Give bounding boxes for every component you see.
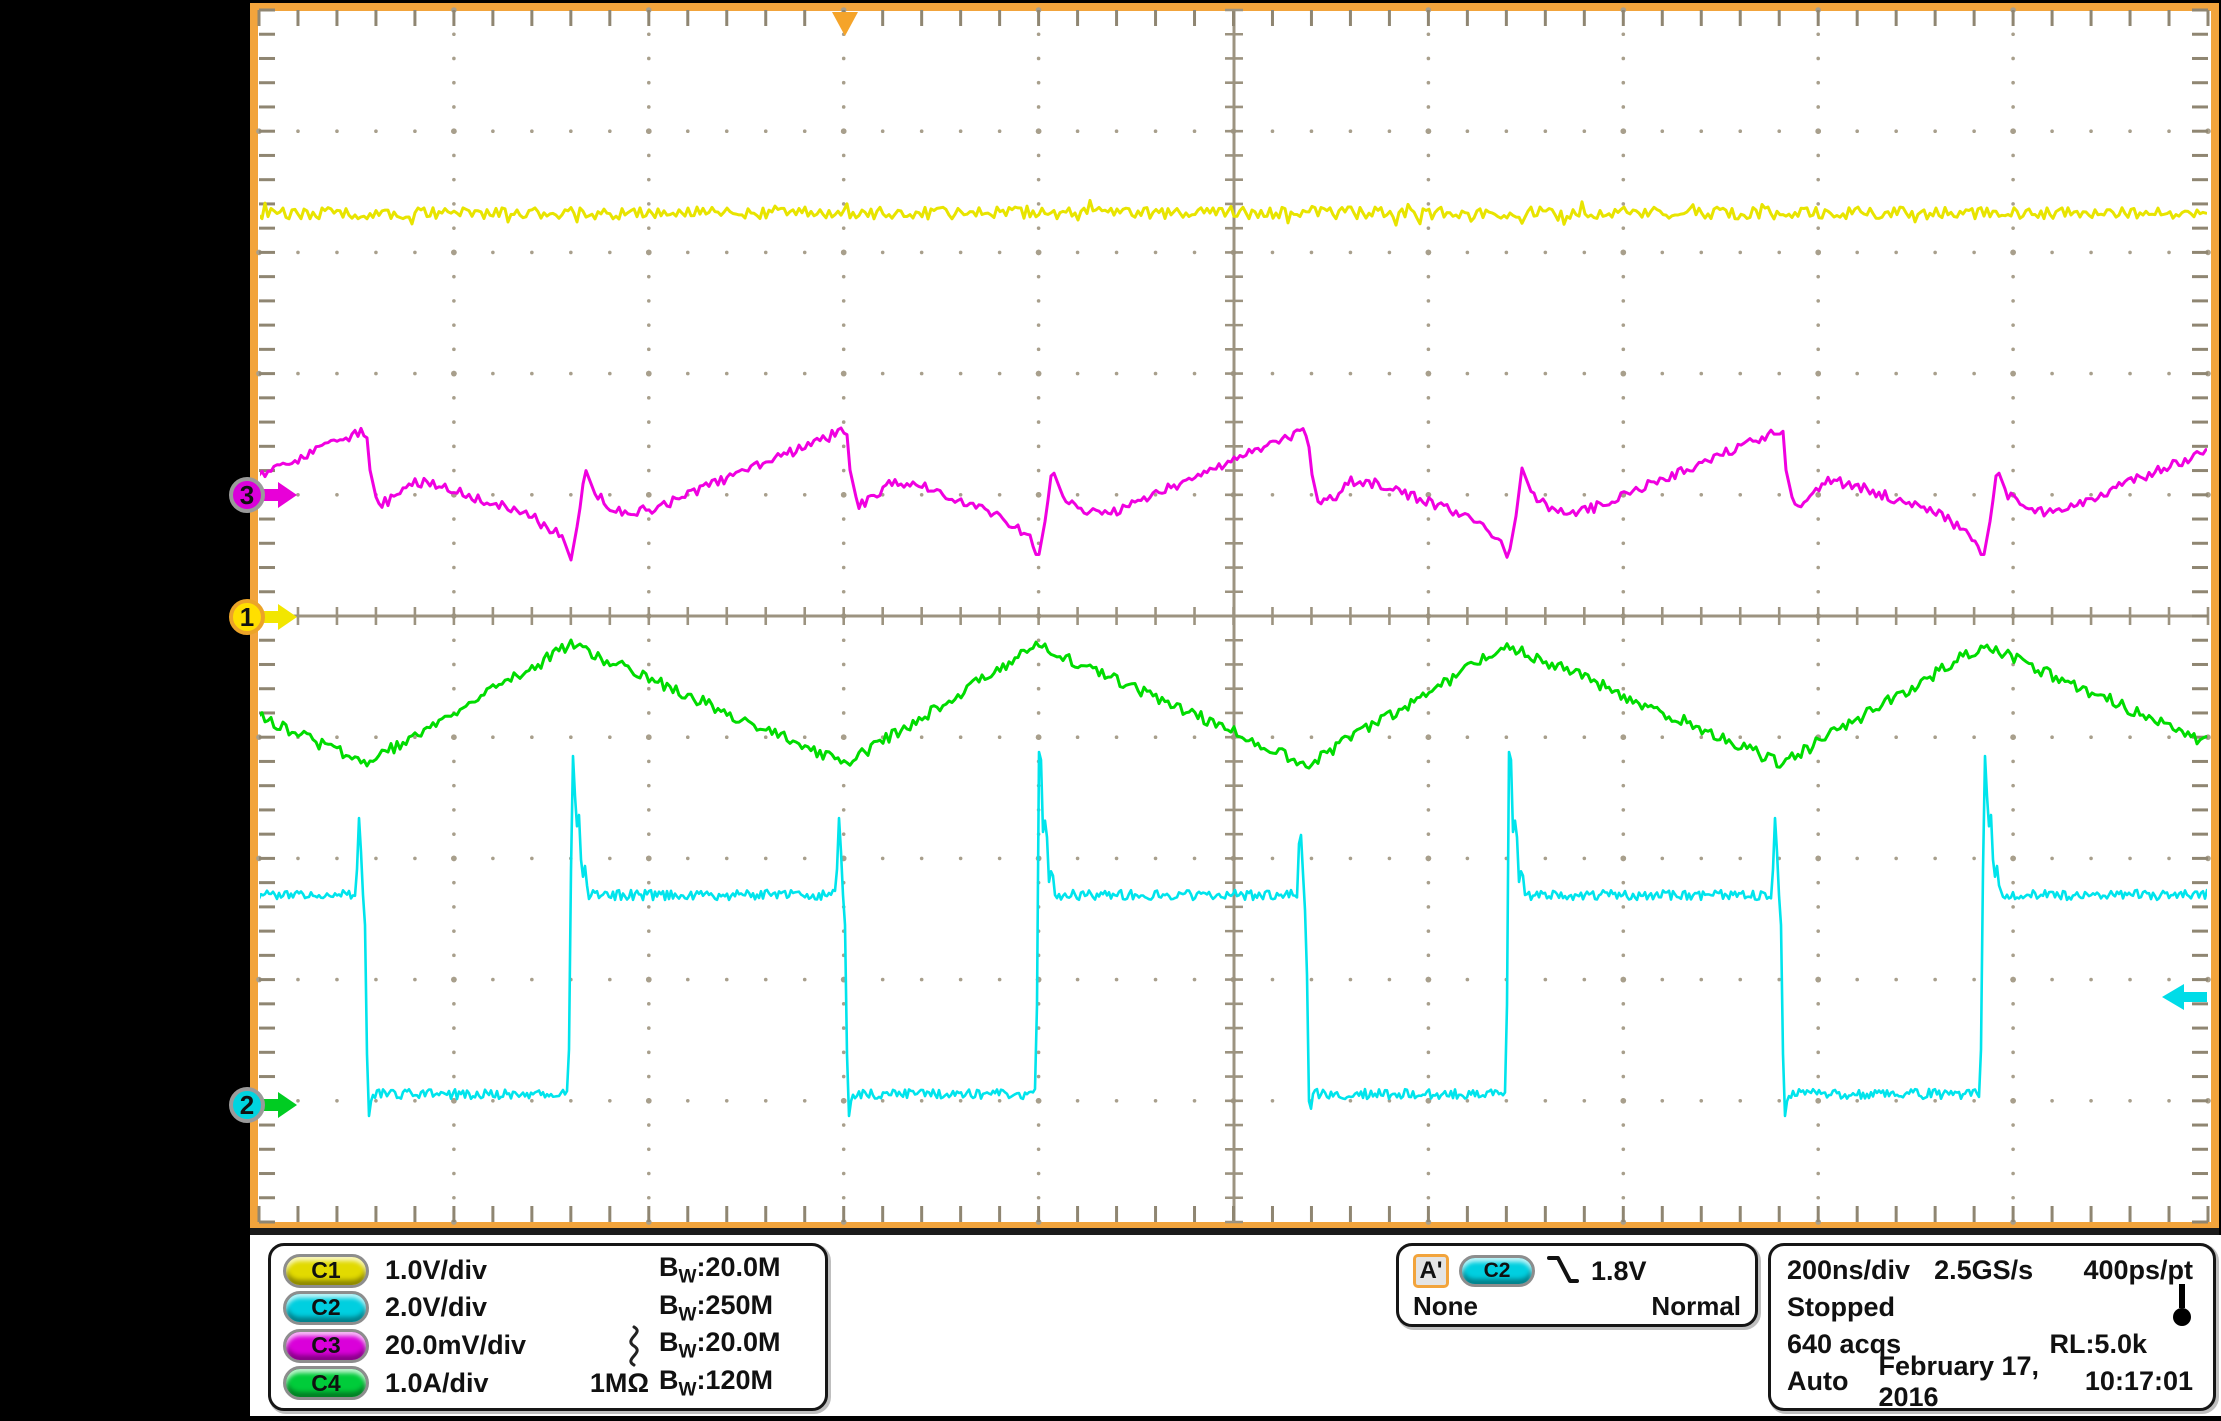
- trigger-mode: Normal: [1651, 1291, 1741, 1322]
- trigger-readout-box[interactable]: A' C2 1.8V None Normal: [1396, 1243, 1758, 1327]
- channel-scale: 1.0A/div: [385, 1368, 489, 1399]
- date-readout: February 17, 2016: [1878, 1351, 2084, 1413]
- horizontal-scale: 200ns/div: [1787, 1255, 1910, 1286]
- trigger-level-readout: 1.8V: [1591, 1256, 1647, 1287]
- channel-badge-label: C3: [311, 1332, 340, 1359]
- channel-badge-c2[interactable]: C2: [283, 1291, 369, 1325]
- channel-badge-label: C4: [311, 1370, 340, 1397]
- trigger-source-label: C2: [1484, 1259, 1511, 1283]
- trigger-bus-badge[interactable]: A': [1413, 1254, 1449, 1288]
- channel-badge-label: C2: [311, 1294, 340, 1321]
- trigger-mode-auto: Auto: [1787, 1366, 1848, 1397]
- channel-row-c4[interactable]: C4 1.0A/div 1MΩ BW:120M: [283, 1365, 809, 1402]
- falling-edge-icon: [1545, 1251, 1581, 1292]
- channel-row-c2[interactable]: C2 2.0V/div BW:250M: [283, 1289, 809, 1326]
- channel-row-c1[interactable]: C1 1.0V/div BW:20.0M: [283, 1252, 809, 1289]
- timebase-readout-box[interactable]: 200ns/div 2.5GS/s 400ps/pt Stopped 640 a…: [1768, 1243, 2216, 1411]
- trigger-source-badge[interactable]: C2: [1459, 1255, 1535, 1287]
- bandwidth-readout: BW:20.0M: [659, 1252, 809, 1288]
- channel-scale: 20.0mV/div: [385, 1330, 526, 1361]
- display-bottom-edge: [250, 1228, 2219, 1235]
- waveform-display: [250, 3, 2219, 1230]
- channel-badge-c3[interactable]: C3: [283, 1329, 369, 1363]
- input-impedance: 1MΩ: [590, 1368, 649, 1399]
- bandwidth-readout: BW:250M: [659, 1290, 809, 1326]
- sample-rate: 2.5GS/s: [1934, 1255, 2033, 1286]
- channel-readout-box[interactable]: C1 1.0V/div BW:20.0M C2 2.0V/div BW:250M…: [268, 1243, 828, 1411]
- bandwidth-readout: BW:20.0M: [659, 1327, 809, 1363]
- channel-row-c3[interactable]: C3 20.0mV/div BW:20.0M: [283, 1327, 809, 1365]
- bandwidth-readout: BW:120M: [659, 1365, 809, 1401]
- channel-badge-c4[interactable]: C4: [283, 1366, 369, 1400]
- channel-scale: 1.0V/div: [385, 1255, 487, 1286]
- channel-badge-label: C1: [311, 1257, 340, 1284]
- time-readout: 10:17:01: [2085, 1366, 2193, 1397]
- trigger-holdoff: None: [1413, 1291, 1478, 1322]
- channel-scale: 2.0V/div: [385, 1292, 487, 1323]
- acquisition-state: Stopped: [1787, 1292, 1895, 1323]
- trigger-bus-label: A': [1419, 1257, 1442, 1285]
- channel-badge-c1[interactable]: C1: [283, 1254, 369, 1288]
- ac-coupling-icon: [623, 1323, 645, 1369]
